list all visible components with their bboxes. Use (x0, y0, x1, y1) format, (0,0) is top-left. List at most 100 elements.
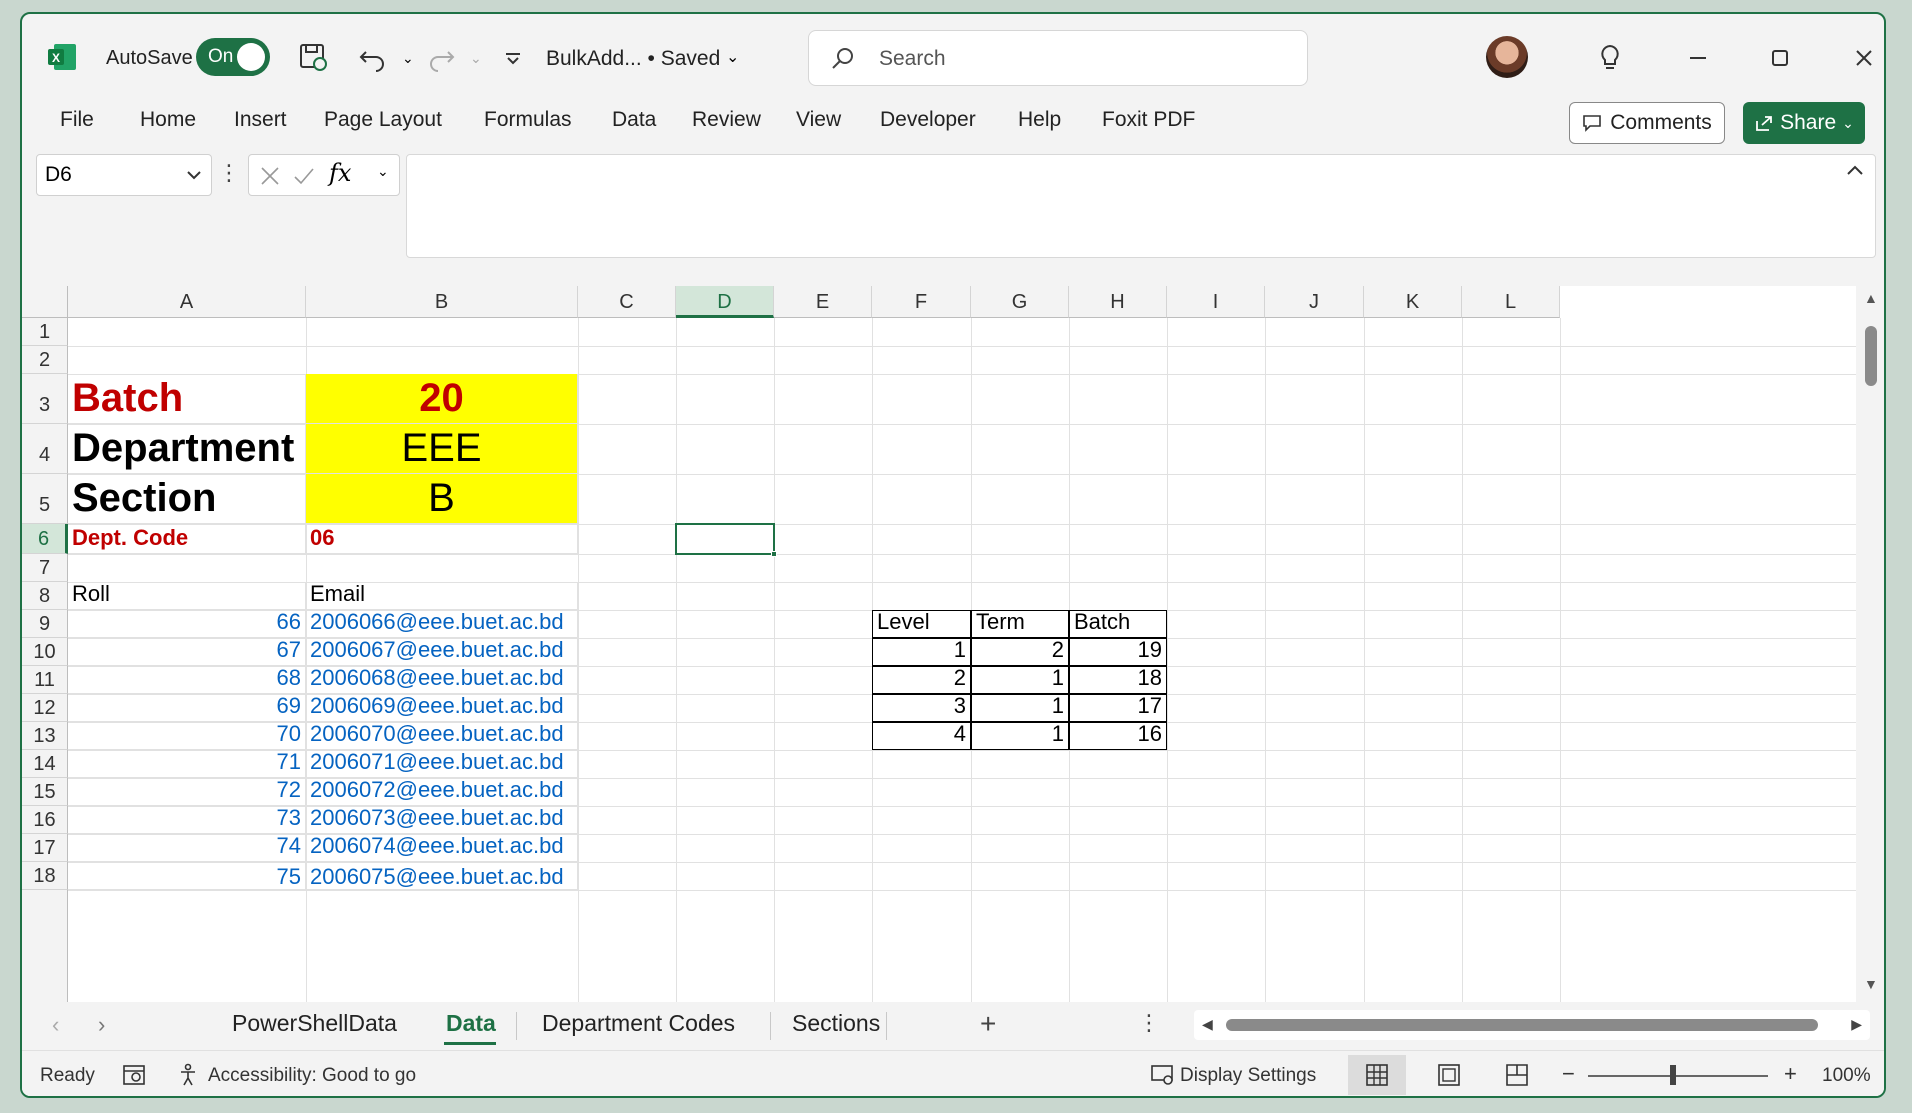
row-header-8[interactable]: 8 (22, 582, 68, 610)
row-header-3[interactable]: 3 (22, 374, 68, 424)
menu-insert[interactable]: Insert (234, 108, 287, 132)
cell-b3[interactable]: 20 (306, 374, 578, 424)
email-cell[interactable]: 2006071@eee.buet.ac.bd (306, 749, 578, 778)
email-cell[interactable]: 2006068@eee.buet.ac.bd (306, 665, 578, 694)
table-cell[interactable]: 3 (872, 693, 971, 722)
roll-cell[interactable]: 68 (68, 665, 306, 694)
roll-cell[interactable]: 74 (68, 833, 306, 862)
fx-chevron-icon[interactable]: ⌄ (377, 163, 389, 180)
cell-a5[interactable]: Section (68, 474, 306, 524)
redo-icon[interactable] (426, 42, 456, 72)
row-header-2[interactable]: 2 (22, 346, 68, 374)
comments-button[interactable]: Comments (1569, 102, 1725, 144)
row-header-15[interactable]: 15 (22, 778, 68, 806)
table-cell[interactable]: 19 (1069, 637, 1167, 666)
menu-home[interactable]: Home (140, 108, 196, 132)
document-title[interactable]: BulkAdd... • Saved (546, 47, 720, 71)
cell-a3[interactable]: Batch (68, 374, 306, 424)
row-header-4[interactable]: 4 (22, 424, 68, 474)
table-header-term[interactable]: Term (971, 609, 1069, 638)
email-cell[interactable]: 2006072@eee.buet.ac.bd (306, 777, 578, 806)
roll-cell[interactable]: 70 (68, 721, 306, 750)
menu-foxit-pdf[interactable]: Foxit PDF (1102, 108, 1195, 132)
row-header-1[interactable]: 1 (22, 318, 68, 346)
column-header-l[interactable]: L (1462, 286, 1560, 318)
table-cell[interactable]: 1 (971, 693, 1069, 722)
horizontal-scroll-thumb[interactable] (1226, 1019, 1818, 1031)
row-header-9[interactable]: 9 (22, 610, 68, 638)
menu-developer[interactable]: Developer (880, 108, 976, 132)
autosave-toggle[interactable]: On (196, 38, 270, 76)
zoom-slider[interactable] (1588, 1075, 1768, 1077)
column-header-i[interactable]: I (1167, 286, 1265, 318)
roll-cell[interactable]: 72 (68, 777, 306, 806)
cell-b5[interactable]: B (306, 474, 578, 524)
fill-handle[interactable] (771, 551, 777, 557)
table-cell[interactable]: 18 (1069, 665, 1167, 694)
column-header-e[interactable]: E (774, 286, 872, 318)
menu-file[interactable]: File (60, 108, 94, 132)
email-cell[interactable]: 2006073@eee.buet.ac.bd (306, 805, 578, 834)
table-cell[interactable]: 4 (872, 721, 971, 750)
roll-cell[interactable]: 71 (68, 749, 306, 778)
close-icon[interactable] (1846, 40, 1882, 76)
table-cell[interactable]: 1 (872, 637, 971, 666)
email-cell[interactable]: 2006075@eee.buet.ac.bd (306, 862, 578, 890)
column-header-d[interactable]: D (676, 286, 774, 318)
more-options-icon[interactable]: ⋮ (218, 160, 240, 186)
table-cell[interactable]: 2 (971, 637, 1069, 666)
formula-input[interactable] (406, 154, 1876, 258)
cell-a8[interactable]: Roll (68, 581, 306, 610)
minimize-icon[interactable] (1680, 40, 1716, 76)
column-header-c[interactable]: C (578, 286, 676, 318)
column-header-b[interactable]: B (306, 286, 578, 318)
zoom-out-icon[interactable]: − (1562, 1061, 1575, 1087)
share-button[interactable]: Share ⌄ (1743, 102, 1865, 144)
select-all-corner[interactable] (22, 286, 68, 318)
scroll-right-icon[interactable]: ▶ (1851, 1016, 1862, 1033)
row-header-18[interactable]: 18 (22, 862, 68, 890)
vertical-scrollbar[interactable]: ▲ ▼ (1856, 286, 1884, 1002)
tab-scroll-left-icon[interactable]: ‹ (52, 1012, 59, 1038)
name-box[interactable]: D6 (36, 154, 212, 196)
title-chevron-icon[interactable]: ⌄ (726, 47, 739, 67)
tab-sections[interactable]: Sections (792, 1010, 880, 1037)
cell-a4[interactable]: Department (68, 424, 306, 474)
user-avatar[interactable] (1486, 36, 1528, 78)
cell-a6[interactable]: Dept. Code (68, 524, 306, 554)
display-settings-label[interactable]: Display Settings (1180, 1065, 1316, 1087)
row-header-5[interactable]: 5 (22, 474, 68, 524)
active-cell-d6[interactable] (675, 523, 777, 557)
more-tabs-icon[interactable]: ⋮ (1138, 1010, 1160, 1036)
column-header-f[interactable]: F (872, 286, 971, 318)
accessibility-status[interactable]: Accessibility: Good to go (208, 1065, 416, 1087)
page-layout-view-button[interactable] (1420, 1055, 1478, 1095)
column-header-j[interactable]: J (1265, 286, 1364, 318)
vertical-scroll-thumb[interactable] (1865, 326, 1877, 386)
cell-b4[interactable]: EEE (306, 424, 578, 474)
horizontal-scrollbar[interactable]: ◀ ▶ (1194, 1010, 1870, 1040)
zoom-slider-thumb[interactable] (1670, 1065, 1676, 1085)
cancel-icon[interactable] (259, 165, 281, 187)
row-header-7[interactable]: 7 (22, 554, 68, 582)
email-cell[interactable]: 2006074@eee.buet.ac.bd (306, 833, 578, 862)
row-header-10[interactable]: 10 (22, 638, 68, 666)
zoom-level[interactable]: 100% (1822, 1065, 1871, 1087)
roll-cell[interactable]: 73 (68, 805, 306, 834)
macro-recorder-icon[interactable] (122, 1063, 148, 1087)
add-sheet-icon[interactable]: + (980, 1008, 996, 1040)
maximize-icon[interactable] (1762, 40, 1798, 76)
menu-view[interactable]: View (796, 108, 841, 132)
menu-page-layout[interactable]: Page Layout (324, 108, 442, 132)
lightbulb-icon[interactable] (1592, 40, 1628, 76)
roll-cell[interactable]: 66 (68, 609, 306, 638)
share-chevron-icon[interactable]: ⌄ (1842, 115, 1854, 132)
column-header-h[interactable]: H (1069, 286, 1167, 318)
email-cell[interactable]: 2006069@eee.buet.ac.bd (306, 693, 578, 722)
email-cell[interactable]: 2006070@eee.buet.ac.bd (306, 721, 578, 750)
scroll-down-icon[interactable]: ▼ (1864, 976, 1878, 992)
row-header-14[interactable]: 14 (22, 750, 68, 778)
accessibility-icon[interactable] (178, 1063, 202, 1087)
row-header-17[interactable]: 17 (22, 834, 68, 862)
zoom-in-icon[interactable]: + (1784, 1061, 1797, 1087)
